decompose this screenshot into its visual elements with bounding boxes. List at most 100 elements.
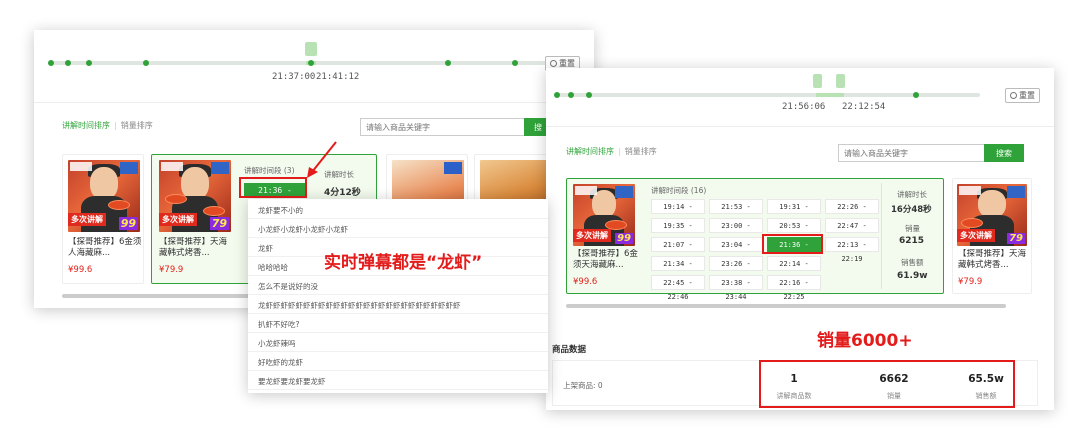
product-image: 多次讲解 79 — [957, 184, 1027, 246]
tab-sales[interactable]: 销量排序 — [625, 146, 657, 157]
product-title: 【探哥推荐】6金须天海藏麻... — [573, 249, 638, 271]
timeline-marker[interactable] — [65, 60, 71, 66]
search-input[interactable] — [838, 144, 984, 162]
reset-button[interactable]: 重置 — [1005, 88, 1040, 103]
product-price: ¥99.6 — [573, 277, 598, 287]
reset-icon — [1010, 92, 1017, 99]
product-card[interactable]: 多次讲解 99 【探哥推荐】6金须人海藏麻... ¥99.6 — [62, 154, 144, 284]
explain-time-slot[interactable]: 19:35 - 20:52 — [651, 218, 705, 244]
timeline-marker[interactable] — [554, 92, 560, 98]
stat-sales-label: 销量 — [905, 224, 920, 233]
product-image: 多次讲解 79 — [159, 160, 231, 232]
timeline-marker[interactable] — [48, 60, 54, 66]
timeline-track[interactable] — [48, 61, 548, 65]
product-data-title: 商品数据 — [552, 345, 587, 355]
timeline-marker[interactable] — [143, 60, 149, 66]
explain-time-slot[interactable]: 23:38 - 23:44 — [709, 275, 763, 301]
timeline-start-time: 21:56:06 — [782, 102, 826, 112]
explain-time-slot[interactable]: 22:26 - 22:44 — [825, 199, 879, 225]
timeline-handle[interactable] — [305, 42, 317, 56]
timeline-end-time: 21:41:12 — [316, 72, 360, 82]
sort-tabs: 讲解时间排序 | 销量排序 — [62, 120, 153, 131]
explain-time-slot[interactable]: 23:26 - 23:37 — [709, 256, 763, 282]
product-title: 【探哥推荐】6金须人海藏麻... — [68, 237, 142, 259]
explain-time-slot[interactable]: 22:14 - 22:15 — [767, 256, 821, 282]
live-replay-panel-right: 21:56:06 22:12:54 重置 讲解时间排序 | 销量排序 搜索 多次… — [546, 68, 1054, 410]
timeline-marker[interactable] — [86, 60, 92, 66]
stat-amount-label: 销售额 — [901, 258, 924, 267]
stat-sales-value: 6215 — [899, 236, 925, 246]
explain-time-slot[interactable]: 20:53 - 21:05 — [767, 218, 821, 244]
timeline-marker[interactable] — [913, 92, 919, 98]
search-input[interactable] — [360, 118, 524, 136]
explain-time-slot[interactable]: 21:53 - 22:09 — [709, 199, 763, 225]
danmu-item: 小龙虾辣吗 — [248, 336, 548, 352]
explain-time-slot[interactable]: 21:34 - 21:35 — [651, 256, 705, 282]
price-badge: 99 — [615, 233, 633, 244]
explain-time-slot[interactable]: 23:00 - 23:01 — [709, 218, 763, 244]
timeline-selection — [816, 93, 844, 97]
product-card[interactable]: 多次讲解 79 【探哥推荐】天海藏韩式烤香... ¥79.9 — [952, 178, 1032, 294]
explain-time-slot[interactable]: 22:16 - 22:25 — [767, 275, 821, 301]
explain-time-slot[interactable]: 22:45 - 22:46 — [651, 275, 705, 301]
product-title: 【探哥推荐】天海藏韩式烤香... — [159, 237, 228, 259]
product-price: ¥79.9 — [159, 265, 184, 275]
repeat-tag: 多次讲解 — [68, 213, 106, 226]
product-price: ¥99.6 — [68, 265, 93, 275]
repeat-tag: 多次讲解 — [573, 229, 611, 242]
danmu-item: 要龙虾要龙虾要龙虾 — [248, 374, 548, 390]
explain-time-slot[interactable]: 21:07 - 21:31 — [651, 237, 705, 263]
tab-separator: | — [618, 147, 621, 156]
product-image: 多次讲解 99 — [68, 160, 140, 232]
repeat-tag: 多次讲解 — [957, 229, 995, 242]
reset-icon — [550, 60, 557, 67]
highlight-box — [762, 234, 823, 254]
stat-duration-label: 讲解时长 — [897, 190, 927, 199]
timeline-marker[interactable] — [568, 92, 574, 98]
timeline-handle-end[interactable] — [836, 74, 845, 88]
price-badge: 79 — [209, 217, 229, 230]
search-bar: 搜 — [360, 118, 552, 136]
timeline-marker[interactable] — [586, 92, 592, 98]
explain-time-slot[interactable]: 23:04 - 23:06 — [709, 237, 763, 263]
divider — [546, 126, 1054, 127]
divider — [34, 102, 594, 103]
listed-products-label: 上架商品: 0 — [563, 381, 603, 390]
product-price: ¥79.9 — [958, 277, 983, 287]
annotation-danmu: 实时弹幕都是“龙虾” — [324, 253, 483, 273]
timeline-marker[interactable] — [445, 60, 451, 66]
stat-duration-value: 16分48秒 — [891, 205, 932, 215]
search-button[interactable]: 搜索 — [984, 144, 1024, 162]
explain-time-slot[interactable]: 22:13 - 22:19 — [825, 237, 879, 263]
repeat-tag: 多次讲解 — [159, 213, 197, 226]
tab-explain-time[interactable]: 讲解时间排序 — [62, 120, 110, 131]
price-badge: 99 — [118, 217, 138, 230]
horizontal-scrollbar[interactable] — [566, 304, 1006, 308]
explain-time-slot[interactable]: 22:47 - 22:52 — [825, 218, 879, 244]
stat-amount-value: 61.9w — [897, 271, 928, 281]
timeline-handle-start[interactable] — [813, 74, 822, 88]
price-badge: 79 — [1007, 233, 1025, 244]
explain-time-label: 讲解时间段 (16) — [651, 186, 707, 195]
explain-duration-label: 讲解时长 — [324, 170, 354, 179]
highlight-box — [239, 177, 307, 198]
product-image: 多次讲解 99 — [573, 184, 635, 246]
reset-label: 重置 — [1019, 91, 1035, 100]
danmu-item: 扒虾不好吃? — [248, 317, 548, 333]
timeline-marker[interactable] — [512, 60, 518, 66]
explain-time-slot[interactable]: 19:14 - 19:31 — [651, 199, 705, 225]
danmu-panel: 龙虾要不小的 小龙虾小龙虾小龙虾小龙虾 龙虾 哈哈哈哈 怎么不是说好的没 龙虾虾虾虾虾虾虾… — [248, 199, 548, 393]
search-bar: 搜索 — [838, 144, 1024, 162]
timeline-start-time: 21:37:00 — [272, 72, 316, 82]
tab-sales[interactable]: 销量排序 — [121, 120, 153, 131]
tab-explain-time[interactable]: 讲解时间排序 — [566, 146, 614, 157]
tab-separator: | — [114, 121, 117, 130]
danmu-item: 龙虾虾虾虾虾虾虾虾虾虾虾虾虾虾虾虾虾虾虾虾虾虾虾虾虾虾 — [248, 298, 548, 314]
divider — [881, 183, 882, 289]
timeline-end-time: 22:12:54 — [842, 102, 886, 112]
explain-duration-value: 4分12秒 — [324, 188, 361, 198]
timeline-marker[interactable] — [308, 60, 314, 66]
product-card-selected[interactable]: 多次讲解 99 【探哥推荐】6金须天海藏麻... ¥99.6 讲解时间段 (16… — [566, 178, 944, 301]
explain-time-label: 讲解时间段 (3) — [244, 166, 295, 175]
explain-time-slot[interactable]: 19:31 - 19:34 — [767, 199, 821, 225]
